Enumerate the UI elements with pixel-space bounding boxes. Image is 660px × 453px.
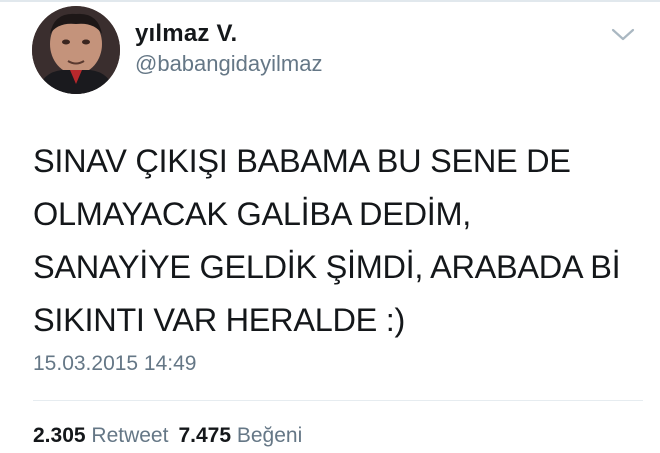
display-name[interactable]: yılmaz V. [135, 20, 237, 48]
retweet-stat[interactable]: 2.305 Retweet [33, 424, 168, 447]
stats-divider [33, 400, 643, 401]
tweet-stats: 2.305 Retweet 7.475 Beğeni [33, 424, 302, 448]
tweet-text: SINAV ÇIKIŞI BABAMA BU SENE DE OLMAYACAK… [33, 143, 621, 338]
tweet-card: yılmaz V. @babangidayilmaz SINAV ÇIKIŞI … [0, 0, 660, 453]
retweet-label: Retweet [91, 424, 169, 447]
avatar[interactable] [32, 6, 120, 94]
like-label: Beğeni [236, 424, 303, 447]
user-handle[interactable]: @babangidayilmaz [135, 51, 322, 77]
top-divider [0, 0, 660, 2]
tweet-timestamp[interactable]: 15.03.2015 14:49 [33, 352, 197, 376]
like-stat[interactable]: 7.475 Beğeni [178, 424, 302, 447]
chevron-down-icon[interactable] [610, 26, 636, 44]
retweet-count: 2.305 [33, 424, 86, 447]
avatar-image [32, 6, 120, 94]
like-count: 7.475 [178, 424, 232, 447]
